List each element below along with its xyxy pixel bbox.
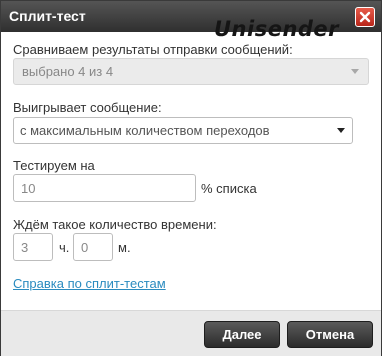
close-icon — [359, 11, 371, 23]
close-button[interactable] — [355, 7, 375, 27]
cancel-button[interactable]: Отмена — [287, 321, 373, 348]
compare-select-value: выбрано 4 из 4 — [22, 64, 114, 79]
winner-label: Выигрывает сообщение: — [13, 100, 162, 115]
test-percent-value: 10 — [21, 181, 36, 196]
test-percent-input[interactable]: 10 — [13, 174, 196, 202]
brand-watermark: Unisender — [214, 17, 340, 41]
next-button[interactable]: Далее — [204, 321, 280, 348]
minutes-input[interactable]: 0 — [73, 233, 113, 261]
hours-value: 3 — [21, 240, 29, 255]
compare-label: Сравниваем результаты отправки сообщений… — [13, 42, 293, 57]
minutes-unit: м. — [118, 240, 131, 255]
caret-down-icon — [351, 69, 359, 74]
split-test-help-link[interactable]: Справка по сплит-тестам — [13, 276, 166, 291]
test-on-label: Тестируем на — [13, 158, 95, 173]
hours-input[interactable]: 3 — [13, 233, 53, 261]
caret-down-icon — [337, 128, 345, 133]
winner-select[interactable]: с максимальным количеством переходов — [13, 117, 353, 144]
test-percent-unit: % списка — [201, 181, 257, 196]
minutes-value: 0 — [81, 240, 89, 255]
wait-label: Ждём такое количество времени: — [13, 217, 217, 232]
hours-unit: ч. — [59, 240, 70, 255]
split-test-dialog: Сплит-тест Unisender Сравниваем результа… — [0, 0, 382, 356]
winner-select-value: с максимальным количеством переходов — [20, 123, 270, 138]
dialog-footer: Далее Отмена — [1, 310, 381, 356]
dialog-title: Сплит-тест — [9, 8, 86, 24]
compare-select: выбрано 4 из 4 — [13, 58, 369, 85]
